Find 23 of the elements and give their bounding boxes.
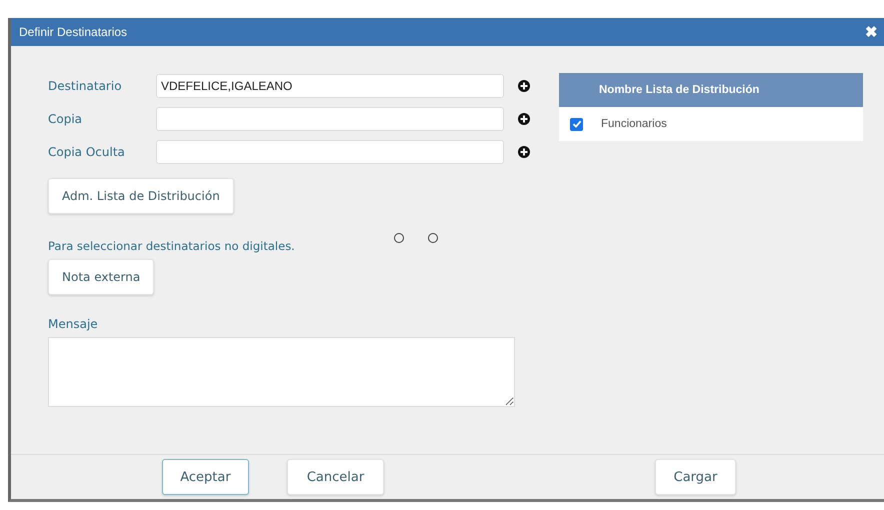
hint-text: Para seleccionar destinatarios no digitales. [48,239,295,253]
distribution-list-button[interactable]: Adm. Lista de Distribución [48,178,234,214]
input-field[interactable] [156,107,504,131]
footer-button[interactable]: Aceptar [162,459,249,495]
add-icon[interactable] [518,146,530,158]
window-title: Definir Destinatarios [19,25,128,39]
field-label: Mensaje [48,317,98,331]
footer-button[interactable]: Cancelar [287,459,384,495]
external-note-button[interactable]: Nota externa [48,259,154,295]
close-button[interactable]: ✖ [865,24,878,40]
table-cell: Funcionarios [601,118,667,130]
add-icon[interactable] [518,80,530,92]
field-label: Copia [48,112,84,126]
message-field[interactable] [48,337,515,407]
input-field[interactable]: VDEFELICE,IGALEANO [156,74,504,98]
add-icon[interactable] [518,113,530,125]
field-label: Copia Oculta [48,145,126,159]
column-header: Nombre Lista de Distribución [599,84,760,96]
checkbox[interactable] [570,118,583,130]
field-label: Destinatario [48,79,123,93]
ring-icon [392,232,439,244]
footer-button[interactable]: Cargar [655,459,736,495]
input-field[interactable] [156,140,504,164]
